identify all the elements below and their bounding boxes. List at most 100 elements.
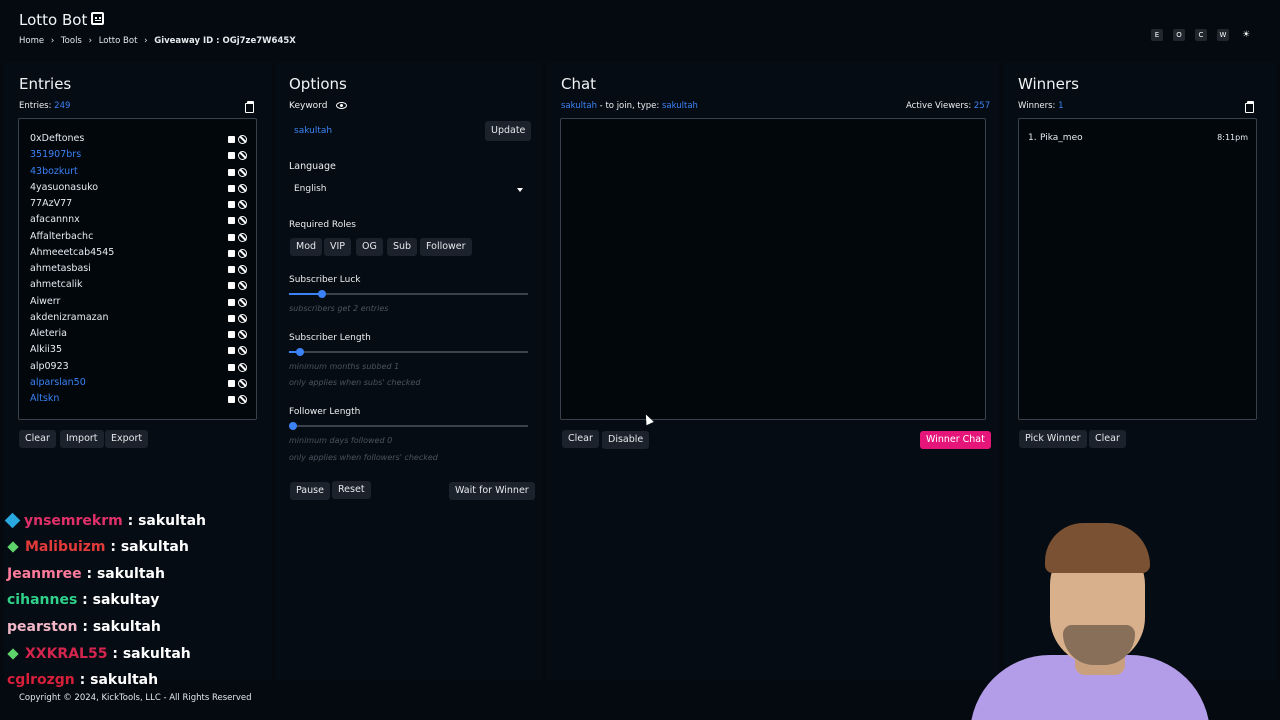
stream-chat-line: ynsemrekrm : sakultah [4, 513, 206, 529]
entries-clear-button[interactable]: Clear [19, 430, 56, 448]
stream-chat-message: : sakultah [74, 672, 159, 689]
entry-actions [228, 362, 250, 372]
ban-entry-icon[interactable] [238, 362, 247, 372]
select-entry-icon[interactable] [228, 184, 235, 192]
copy-entries-icon[interactable] [245, 101, 254, 113]
breadcrumb-lotto-bot[interactable]: Lotto Bot [99, 36, 138, 46]
reset-button[interactable]: Reset [332, 481, 371, 499]
ban-entry-icon[interactable] [238, 281, 247, 291]
ban-entry-icon[interactable] [238, 313, 247, 323]
select-entry-icon[interactable] [228, 314, 235, 322]
ban-entry-icon[interactable] [238, 232, 247, 242]
select-entry-icon[interactable] [228, 396, 235, 403]
select-entry-icon[interactable] [228, 298, 235, 306]
select-entry-icon[interactable] [228, 152, 235, 160]
ban-entry-icon[interactable] [238, 216, 247, 226]
chat-disable-button[interactable]: Disable [602, 431, 650, 449]
ban-entry-icon[interactable] [238, 248, 247, 258]
copy-winners-icon[interactable] [1245, 101, 1254, 113]
header-button-e[interactable]: E [1151, 29, 1163, 41]
winners-clear-button[interactable]: Clear [1089, 430, 1126, 448]
role-sub-button[interactable]: Sub [387, 238, 418, 256]
select-entry-icon[interactable] [228, 282, 235, 290]
role-follower-button[interactable]: Follower [420, 238, 472, 256]
wait-for-winner-button[interactable]: Wait for Winner [449, 482, 535, 500]
entry-actions [228, 167, 250, 177]
follower-length-label: Follower Length [289, 407, 361, 417]
entries-export-button[interactable]: Export [105, 430, 149, 448]
diamond-badge-icon [7, 541, 19, 553]
winners-list[interactable] [1018, 118, 1257, 420]
diamond-badge-icon [7, 647, 19, 660]
ban-entry-icon[interactable] [238, 265, 247, 274]
select-entry-icon[interactable] [228, 233, 235, 241]
breadcrumb-home[interactable]: Home [19, 36, 44, 46]
ban-entry-icon[interactable] [238, 200, 247, 209]
entry-actions [228, 134, 250, 144]
ban-entry-icon[interactable] [238, 395, 247, 404]
select-entry-icon[interactable] [228, 168, 235, 176]
keyword-update-button[interactable]: Update [485, 121, 532, 141]
stream-chat-username: Malibuizm [25, 539, 106, 556]
stream-chat-message: : sakultah [77, 619, 161, 635]
entry-actions [228, 232, 250, 242]
entry-name: ahmetasbasi [30, 263, 91, 274]
chat-log[interactable] [560, 118, 986, 420]
pause-button[interactable]: Pause [290, 482, 330, 500]
select-entry-icon[interactable] [228, 249, 235, 257]
entry-name: Affalterbachc [30, 230, 94, 242]
select-entry-icon[interactable] [228, 201, 235, 208]
entry-name: 4yasuonasuko [30, 181, 99, 193]
winner-time: 8:11pm [1217, 133, 1248, 142]
ban-entry-icon[interactable] [238, 135, 247, 144]
entry-actions [228, 378, 250, 388]
winner-row: 1. Pika_meo 8:11pm [1028, 133, 1248, 145]
eye-icon[interactable] [336, 102, 347, 109]
header-button-o[interactable]: O [1173, 29, 1185, 41]
chevron-down-icon [517, 188, 523, 192]
chat-title: Chat [561, 75, 597, 93]
breadcrumb: Home › Tools › Lotto Bot › Giveaway ID :… [19, 36, 296, 46]
streamer-webcam [965, 515, 1220, 720]
ban-entry-icon[interactable] [238, 183, 247, 193]
header-button-c[interactable]: C [1195, 29, 1207, 41]
role-mod-button[interactable]: Mod [290, 238, 323, 256]
subscriber-luck-knob[interactable] [317, 290, 326, 298]
ban-entry-icon[interactable] [238, 151, 247, 161]
breadcrumb-tools[interactable]: Tools [61, 36, 82, 46]
ban-entry-icon[interactable] [238, 297, 247, 307]
pick-winner-button[interactable]: Pick Winner [1019, 430, 1087, 448]
chat-clear-button[interactable]: Clear [562, 430, 599, 448]
ban-entry-icon[interactable] [238, 378, 247, 388]
ban-entry-icon[interactable] [238, 330, 247, 339]
select-entry-icon[interactable] [228, 136, 235, 143]
subscriber-length-slider[interactable] [289, 351, 528, 353]
winner-rank: 1. [1028, 133, 1037, 143]
header-button-w[interactable]: W [1217, 29, 1229, 41]
select-entry-icon[interactable] [228, 363, 235, 371]
follower-length-slider[interactable] [289, 425, 528, 427]
select-entry-icon[interactable] [228, 379, 235, 387]
options-title: Options [289, 75, 347, 93]
entries-import-button[interactable]: Import [60, 430, 104, 448]
entries-title: Entries [19, 75, 72, 93]
select-entry-icon[interactable] [228, 266, 235, 273]
keyword-label: Keyword [289, 101, 328, 111]
stream-chat-line: Malibuizm : sakultah [7, 539, 189, 555]
language-select[interactable]: English [289, 180, 528, 200]
entry-actions [228, 264, 250, 274]
subscriber-length-fill [289, 351, 297, 353]
winner-chat-button[interactable]: Winner Chat [920, 431, 991, 449]
winners-count: Winners: 1 [1018, 101, 1064, 111]
role-vip-button[interactable]: VIP [324, 238, 352, 256]
role-og-button[interactable]: OG [356, 238, 383, 256]
entry-name: afacannnx [30, 214, 80, 226]
select-entry-icon[interactable] [228, 217, 235, 225]
ban-entry-icon[interactable] [238, 167, 247, 177]
ban-entry-icon[interactable] [238, 346, 247, 356]
select-entry-icon[interactable] [228, 347, 235, 355]
theme-toggle-icon[interactable]: ☀ [1240, 29, 1252, 41]
select-entry-icon[interactable] [228, 331, 235, 338]
follower-length-knob[interactable] [289, 422, 297, 430]
entry-actions [228, 183, 250, 193]
